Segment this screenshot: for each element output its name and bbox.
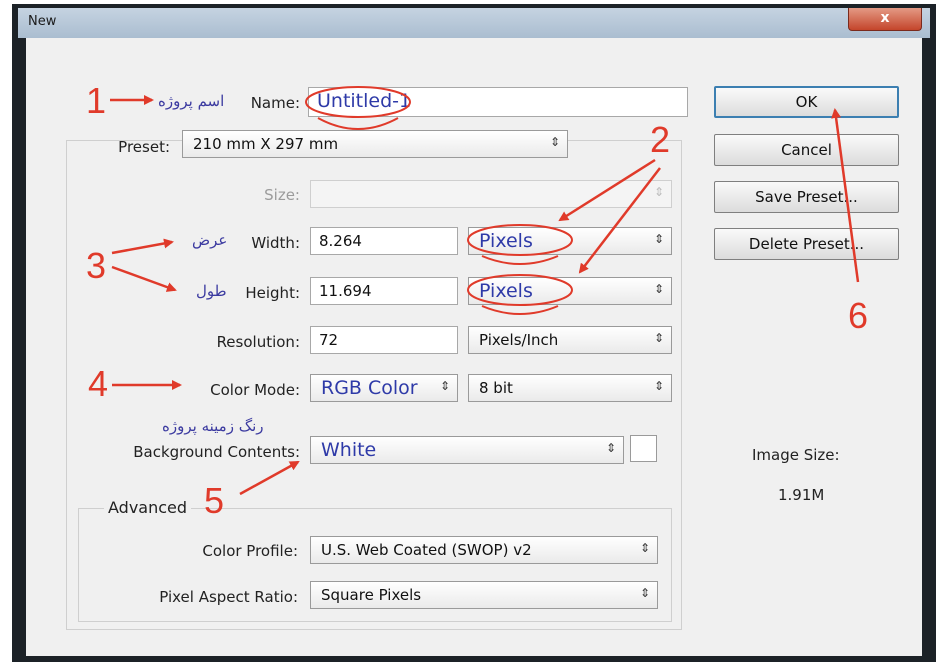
ellipse-height-unit-icon xyxy=(467,274,573,306)
ellipse-name-icon xyxy=(305,86,411,118)
swash-width-unit-icon xyxy=(481,255,559,265)
arrow-2a-icon xyxy=(558,158,656,222)
annotation-ellipses xyxy=(305,86,573,315)
arrow-3-width-icon xyxy=(111,238,174,255)
arrow-6-icon xyxy=(831,108,860,283)
arrow-3-height-icon xyxy=(111,265,177,292)
arrow-2b-icon xyxy=(578,167,661,274)
annotation-arrows xyxy=(110,95,860,496)
arrow-5-icon xyxy=(239,460,300,496)
ellipse-width-unit-icon xyxy=(467,224,573,256)
annotation-overlay xyxy=(110,86,860,496)
swash-height-unit-icon xyxy=(481,305,559,315)
swash-name-icon xyxy=(317,117,399,130)
